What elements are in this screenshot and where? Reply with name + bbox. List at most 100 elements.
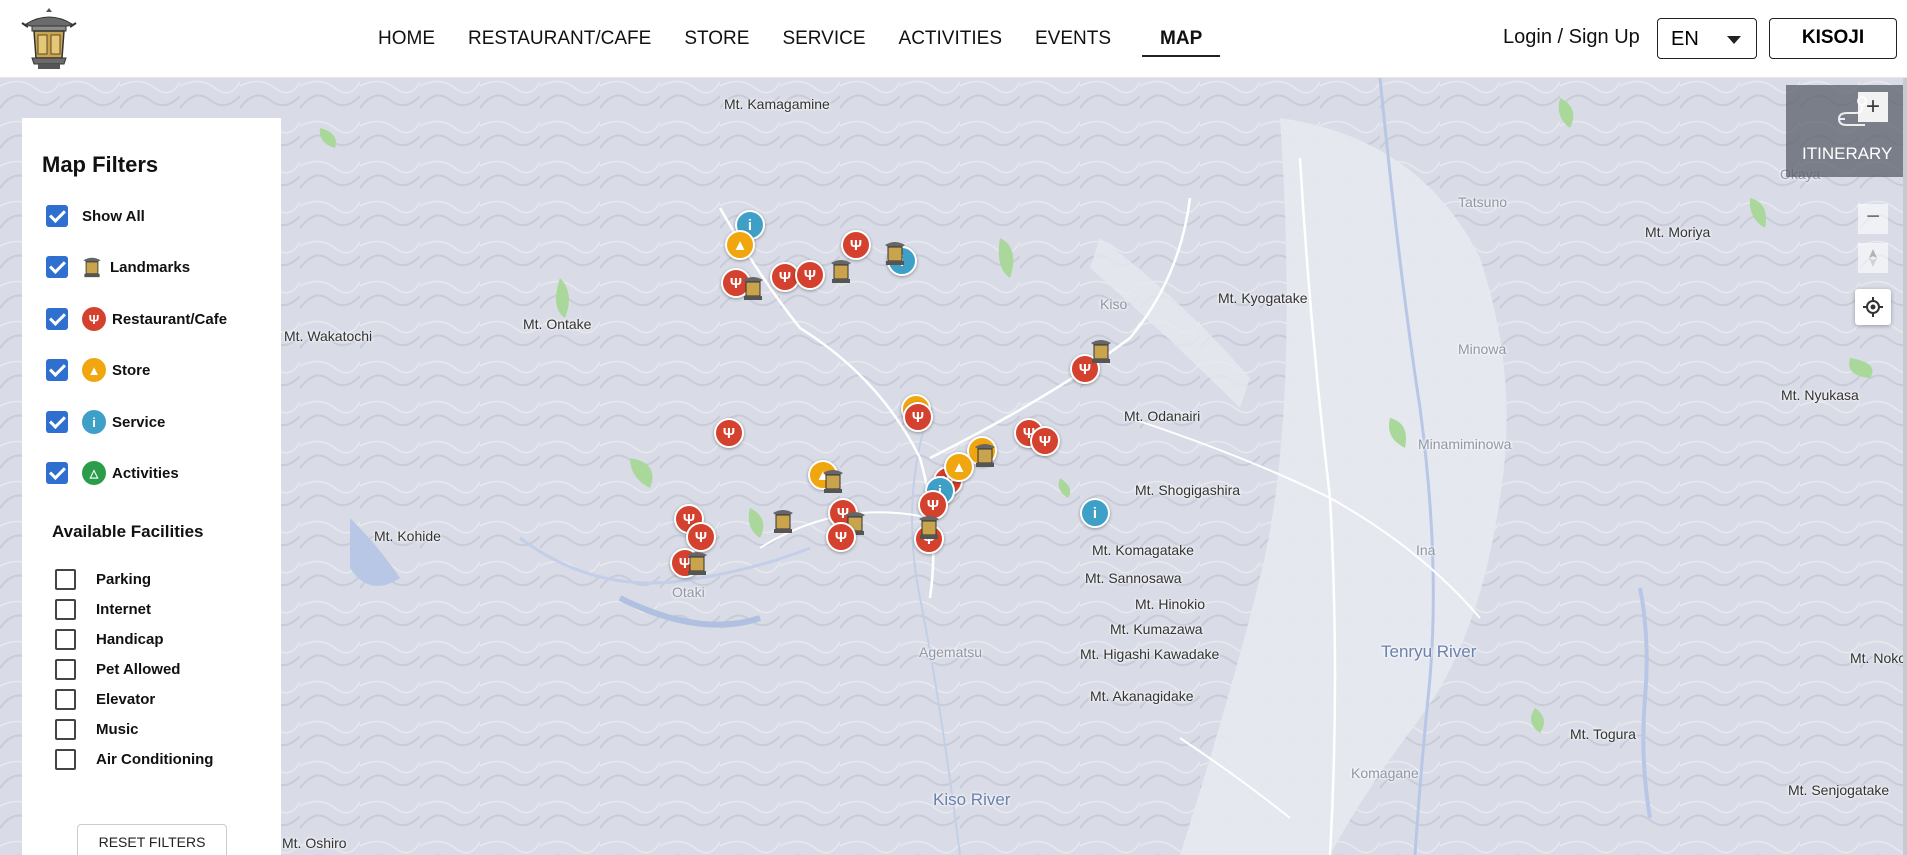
nav-store[interactable]: STORE xyxy=(684,0,749,78)
map-label: Mt. Nyukasa xyxy=(1781,387,1859,403)
filter-activities[interactable]: △ Activities xyxy=(46,461,179,485)
landmark-marker[interactable] xyxy=(970,440,1000,470)
map-label: Mt. Oshiro xyxy=(282,835,347,851)
map-label: Kiso River xyxy=(933,790,1011,809)
facility-pet-allowed[interactable]: Pet Allowed xyxy=(55,659,180,680)
checkbox-unchecked[interactable] xyxy=(55,689,76,710)
map-filters-panel: Map Filters Show All Landmarks Ψ Restaur… xyxy=(22,118,281,855)
map-label: Mt. Kyogatake xyxy=(1218,290,1308,306)
map-label: Mt. Hinokio xyxy=(1135,596,1206,612)
info-icon: i xyxy=(82,410,106,434)
facility-parking[interactable]: Parking xyxy=(55,569,151,590)
map-label: Mt. Akanagidake xyxy=(1090,688,1194,704)
filter-label: Store xyxy=(112,361,151,379)
checkbox-checked[interactable] xyxy=(46,205,68,227)
facility-label: Air Conditioning xyxy=(96,751,214,768)
facility-air-conditioning[interactable]: Air Conditioning xyxy=(55,749,213,770)
landmark-marker[interactable] xyxy=(914,512,944,542)
restaurant-marker[interactable]: Ψ xyxy=(795,260,825,290)
locate-me-button[interactable] xyxy=(1855,289,1891,325)
compass-icon[interactable] xyxy=(1858,243,1888,273)
map-label: Mt. Kohide xyxy=(374,528,441,544)
nav-map[interactable]: MAP xyxy=(1142,0,1221,78)
reset-filters-button[interactable]: RESET FILTERS xyxy=(77,824,227,855)
main-nav: HOME RESTAURANT/CAFE STORE SERVICE ACTIV… xyxy=(378,0,1253,78)
facility-label: Pet Allowed xyxy=(96,661,181,678)
checkbox-unchecked[interactable] xyxy=(55,629,76,650)
facility-label: Internet xyxy=(96,601,152,618)
filter-label: Landmarks xyxy=(110,258,191,276)
store-marker[interactable]: ▲ xyxy=(725,230,755,260)
facility-internet[interactable]: Internet xyxy=(55,599,151,620)
facility-label: Music xyxy=(96,721,139,738)
store-marker[interactable]: ▲ xyxy=(944,452,974,482)
facility-handicap[interactable]: Handicap xyxy=(55,629,164,650)
landmark-marker[interactable] xyxy=(880,238,910,268)
facility-music[interactable]: Music xyxy=(55,719,139,740)
checkbox-checked[interactable] xyxy=(46,308,68,330)
login-signup-link[interactable]: Login / Sign Up xyxy=(1503,26,1640,49)
checkbox-checked[interactable] xyxy=(46,359,68,381)
restaurant-marker[interactable]: Ψ xyxy=(903,402,933,432)
map-label: Ina xyxy=(1416,542,1436,558)
facility-label: Elevator xyxy=(96,691,156,708)
language-select[interactable]: EN xyxy=(1657,18,1757,59)
map-label: Mt. Ontake xyxy=(523,316,592,332)
nav-restaurant-cafe[interactable]: RESTAURANT/CAFE xyxy=(468,0,651,78)
checkbox-checked[interactable] xyxy=(46,411,68,433)
nav-events[interactable]: EVENTS xyxy=(1035,0,1111,78)
nav-service[interactable]: SERVICE xyxy=(782,0,865,78)
landmark-marker[interactable] xyxy=(768,506,798,536)
filter-store[interactable]: ▲ Store xyxy=(46,358,150,382)
map-label: Otaki xyxy=(672,584,705,600)
landmark-marker[interactable] xyxy=(826,256,856,286)
kisoji-button[interactable]: KISOJI xyxy=(1769,18,1897,59)
zoom-in-button[interactable]: + xyxy=(1858,92,1888,122)
lantern-logo-icon[interactable] xyxy=(18,6,80,72)
itinerary-label: ITINERARY xyxy=(1802,144,1893,163)
landmark-marker[interactable] xyxy=(682,548,712,578)
restaurant-marker[interactable]: Ψ xyxy=(841,230,871,260)
map-label: Mt. Kamagamine xyxy=(724,96,830,112)
map-label: Mt. Wakatochi xyxy=(284,328,373,344)
service-marker[interactable]: i xyxy=(1080,498,1110,528)
map-label: Mt. Komagatake xyxy=(1092,542,1194,558)
fork-knife-icon: Ψ xyxy=(82,307,106,331)
facility-elevator[interactable]: Elevator xyxy=(55,689,155,710)
map-label: Mt. Shogigashira xyxy=(1135,482,1241,498)
filter-service[interactable]: i Service xyxy=(46,410,165,434)
restaurant-marker[interactable]: Ψ xyxy=(826,522,856,552)
itinerary-button[interactable]: ITINERARY xyxy=(1786,85,1907,177)
restaurant-marker[interactable]: Ψ xyxy=(686,522,716,552)
nav-activities[interactable]: ACTIVITIES xyxy=(899,0,1002,78)
filter-label: Show All xyxy=(82,207,145,225)
map-label: Mt. Noko xyxy=(1850,650,1907,666)
map-label: Mt. Kumazawa xyxy=(1110,621,1203,637)
filter-landmarks[interactable]: Landmarks xyxy=(46,255,190,279)
checkbox-unchecked[interactable] xyxy=(55,569,76,590)
filter-restaurant-cafe[interactable]: Ψ Restaurant/Cafe xyxy=(46,307,227,331)
zoom-out-button[interactable]: − xyxy=(1858,204,1888,234)
checkbox-checked[interactable] xyxy=(46,256,68,278)
map-label: Minowa xyxy=(1458,341,1507,357)
checkbox-unchecked[interactable] xyxy=(55,599,76,620)
map-label: Mt. Odanairi xyxy=(1124,408,1201,424)
page-scrollbar[interactable] xyxy=(1903,78,1907,855)
map-canvas[interactable]: Mt. Kamagamine Mt. Wakatochi Mt. Ontake … xyxy=(0,78,1907,855)
landmark-marker[interactable] xyxy=(1086,336,1116,366)
filters-title: Map Filters xyxy=(42,152,159,177)
checkbox-unchecked[interactable] xyxy=(55,749,76,770)
landmark-marker[interactable] xyxy=(818,466,848,496)
restaurant-marker[interactable]: Ψ xyxy=(1030,426,1060,456)
checkbox-unchecked[interactable] xyxy=(55,659,76,680)
checkbox-checked[interactable] xyxy=(46,462,68,484)
restaurant-marker[interactable]: Ψ xyxy=(714,418,744,448)
lantern-icon xyxy=(80,255,104,279)
map-label: Mt. Higashi Kawadake xyxy=(1080,646,1220,662)
checkbox-unchecked[interactable] xyxy=(55,719,76,740)
landmark-marker[interactable] xyxy=(738,273,768,303)
facility-label: Parking xyxy=(96,571,152,588)
filter-show-all[interactable]: Show All xyxy=(46,205,145,227)
nav-home[interactable]: HOME xyxy=(378,0,435,78)
filter-label: Restaurant/Cafe xyxy=(112,310,228,328)
